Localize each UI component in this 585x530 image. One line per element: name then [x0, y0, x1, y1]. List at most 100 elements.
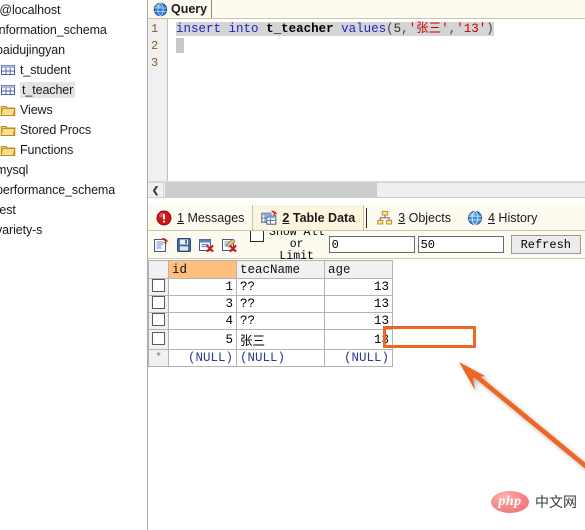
- sql-keyword-values: values: [341, 22, 387, 36]
- php-logo-icon: php: [491, 491, 529, 513]
- sql-value-id: 5: [393, 22, 402, 36]
- tree-item-baidujingyan[interactable]: baidujingyan: [0, 40, 147, 60]
- result-tab-table-data[interactable]: 2 Table Data: [252, 205, 365, 230]
- grid-cell-id[interactable]: (NULL): [168, 349, 237, 367]
- database-tree-sidebar[interactable]: t@localhost information_schema baidujingya…: [0, 0, 148, 530]
- grid-row[interactable]: 3?? 13: [148, 295, 393, 313]
- row-selector-cell[interactable]: [148, 312, 169, 330]
- cancel-edit-icon[interactable]: [219, 235, 238, 255]
- tree-item-variety-s[interactable]: variety-s: [0, 220, 147, 240]
- data-grid-area[interactable]: id teacName age 1?? 13 3?? 13 4?? 13 5 张三 13 * (NU…: [148, 259, 585, 530]
- grid-cell-id[interactable]: 5: [168, 329, 237, 350]
- query-tab-bar[interactable]: Query: [148, 0, 585, 19]
- result-tab-accelerator: 4: [487, 210, 495, 225]
- result-tab-history[interactable]: 4 History: [459, 205, 545, 230]
- grid-cell-teacname[interactable]: (NULL): [236, 349, 325, 367]
- tree-item-label: mysql: [0, 163, 29, 177]
- grid-row[interactable]: 1?? 13: [148, 278, 393, 296]
- tree-item-label: t_student: [20, 63, 71, 77]
- scrollbar-thumb[interactable]: [165, 183, 377, 197]
- result-tab-text: Messages: [187, 210, 245, 225]
- row-selector-cell[interactable]: [148, 329, 169, 350]
- folder-icon: [0, 142, 16, 158]
- sql-close-paren: ): [486, 22, 494, 36]
- grid-cell-teacname[interactable]: ??: [236, 312, 325, 330]
- tree-item-label: test: [0, 203, 16, 217]
- refresh-button[interactable]: Refresh: [510, 235, 581, 254]
- tree-item-information-schema[interactable]: information_schema: [0, 20, 147, 40]
- grid-cell-age[interactable]: 13: [324, 329, 393, 350]
- sql-value-age: '13': [456, 22, 487, 36]
- tab-separator: [366, 207, 368, 228]
- grid-cell-teacname[interactable]: ??: [236, 295, 325, 313]
- editor-line-3[interactable]: [176, 55, 585, 72]
- result-tab-accelerator: 2: [282, 210, 290, 225]
- folder-icon: [0, 102, 16, 118]
- grid-cell-id[interactable]: 3: [168, 295, 237, 313]
- column-header-teacname[interactable]: teacName: [236, 260, 325, 279]
- tree-item-mysql[interactable]: mysql: [0, 160, 147, 180]
- grid-toolbar[interactable]: Show All or Limit Refresh: [148, 226, 585, 262]
- editor-code-area[interactable]: insert into t_teacher values(5,'张三','13'…: [168, 19, 585, 181]
- grid-row[interactable]: 4?? 13: [148, 312, 393, 330]
- result-tab-label: 3 Objects: [398, 211, 451, 225]
- tree-item-label: baidujingyan: [0, 43, 65, 57]
- row-selector-cell[interactable]: [148, 278, 169, 296]
- result-tab-objects[interactable]: 3 Objects: [369, 205, 459, 230]
- limit-input[interactable]: [417, 236, 504, 253]
- editor-line-2[interactable]: [176, 38, 585, 55]
- sql-editor[interactable]: 123 insert into t_teacher values(5,'张三',…: [148, 19, 585, 182]
- new-record-icon[interactable]: [152, 235, 171, 255]
- table-icon: [0, 62, 16, 78]
- grid-new-row[interactable]: * (NULL) (NULL) (NULL): [148, 349, 393, 367]
- result-tab-text: Objects: [408, 210, 451, 225]
- tree-item-stored-procs[interactable]: Stored Procs: [0, 120, 147, 140]
- result-tab-messages[interactable]: 1 Messages: [148, 205, 252, 230]
- tree-item-views[interactable]: Views: [0, 100, 147, 120]
- tree-item-label: performance_schema: [0, 183, 116, 197]
- grid-cell-teacname[interactable]: ??: [236, 278, 325, 296]
- table-icon: [0, 82, 16, 98]
- grid-cell-id[interactable]: 1: [168, 278, 237, 296]
- scroll-left-arrow-icon[interactable]: ❮: [148, 183, 164, 197]
- row-checkbox[interactable]: [152, 331, 165, 345]
- tree-item-t-localhost[interactable]: t@localhost: [0, 0, 147, 20]
- save-record-icon[interactable]: [174, 235, 193, 255]
- tree-item-label: t_teacher: [20, 82, 76, 98]
- column-header-id[interactable]: id: [168, 260, 237, 279]
- table-data-grid[interactable]: id teacName age 1?? 13 3?? 13 4?? 13 5 张三 13 * (NU…: [148, 260, 393, 367]
- line-number: 1: [151, 22, 159, 36]
- grid-row[interactable]: 5 张三 13: [148, 329, 393, 350]
- offset-input[interactable]: [328, 236, 415, 253]
- grid-cell-age[interactable]: 13: [324, 312, 393, 330]
- grid-cell-id[interactable]: 4: [168, 312, 237, 330]
- tree-item-label: Stored Procs: [20, 123, 92, 137]
- grid-cell-age[interactable]: 13: [324, 295, 393, 313]
- tree-item-t-teacher[interactable]: t_teacher: [0, 80, 147, 100]
- tree-item-performance-schema[interactable]: performance_schema: [0, 180, 147, 200]
- row-checkbox[interactable]: [152, 296, 165, 309]
- editor-horizontal-scrollbar[interactable]: ❮: [148, 182, 585, 198]
- grid-cell-teacname[interactable]: 张三: [236, 329, 325, 350]
- tree-item-label: Views: [20, 103, 53, 117]
- row-checkbox[interactable]: [152, 313, 165, 326]
- result-tab-bar[interactable]: 1 Messages 2 Table Data 3 Objects 4 History: [148, 205, 585, 231]
- watermark-text: 中文网: [535, 495, 577, 511]
- tab-query[interactable]: Query: [151, 0, 213, 18]
- grid-cell-age[interactable]: (NULL): [324, 349, 393, 367]
- tree-item-test[interactable]: test: [0, 200, 147, 220]
- editor-line-1[interactable]: insert into t_teacher values(5,'张三','13'…: [176, 21, 585, 38]
- tree-item-label: information_schema: [0, 23, 107, 37]
- show-all-or-limit-control[interactable]: Show All or Limit: [249, 226, 326, 263]
- grid-cell-age[interactable]: 13: [324, 278, 393, 296]
- row-selector-header[interactable]: [148, 260, 169, 279]
- column-header-age[interactable]: age: [324, 260, 393, 279]
- tree-item-functions[interactable]: Functions: [0, 140, 147, 160]
- new-row-marker[interactable]: *: [148, 349, 169, 367]
- delete-record-icon[interactable]: [197, 235, 216, 255]
- row-selector-cell[interactable]: [148, 295, 169, 313]
- row-checkbox[interactable]: [152, 279, 165, 292]
- tree-item-t-student[interactable]: t_student: [0, 60, 147, 80]
- sql-comma-1: ,: [401, 22, 409, 36]
- result-tab-accelerator: 3: [398, 210, 406, 225]
